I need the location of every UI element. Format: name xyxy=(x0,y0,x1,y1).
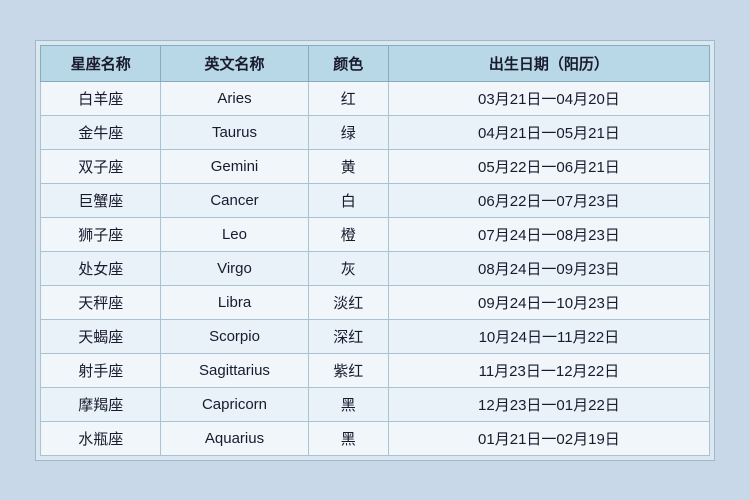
cell-color: 灰 xyxy=(308,251,388,285)
cell-en-name: Aries xyxy=(161,81,308,115)
cell-en-name: Sagittarius xyxy=(161,353,308,387)
cell-en-name: Aquarius xyxy=(161,421,308,455)
table-row: 射手座Sagittarius紫红11月23日一12月22日 xyxy=(41,353,710,387)
table-row: 巨蟹座Cancer白06月22日一07月23日 xyxy=(41,183,710,217)
cell-zh-name: 天蝎座 xyxy=(41,319,161,353)
cell-zh-name: 射手座 xyxy=(41,353,161,387)
table-row: 水瓶座Aquarius黑01月21日一02月19日 xyxy=(41,421,710,455)
cell-date: 01月21日一02月19日 xyxy=(388,421,709,455)
zodiac-table-container: 星座名称 英文名称 颜色 出生日期（阳历） 白羊座Aries红03月21日一04… xyxy=(35,40,715,461)
table-row: 狮子座Leo橙07月24日一08月23日 xyxy=(41,217,710,251)
header-zh-name: 星座名称 xyxy=(41,45,161,81)
cell-color: 黑 xyxy=(308,421,388,455)
header-en-name: 英文名称 xyxy=(161,45,308,81)
table-row: 天秤座Libra淡红09月24日一10月23日 xyxy=(41,285,710,319)
cell-date: 07月24日一08月23日 xyxy=(388,217,709,251)
table-row: 白羊座Aries红03月21日一04月20日 xyxy=(41,81,710,115)
cell-date: 12月23日一01月22日 xyxy=(388,387,709,421)
cell-color: 深红 xyxy=(308,319,388,353)
cell-date: 06月22日一07月23日 xyxy=(388,183,709,217)
cell-date: 04月21日一05月21日 xyxy=(388,115,709,149)
cell-color: 白 xyxy=(308,183,388,217)
cell-en-name: Capricorn xyxy=(161,387,308,421)
cell-zh-name: 巨蟹座 xyxy=(41,183,161,217)
cell-en-name: Cancer xyxy=(161,183,308,217)
header-date: 出生日期（阳历） xyxy=(388,45,709,81)
cell-color: 淡红 xyxy=(308,285,388,319)
cell-zh-name: 金牛座 xyxy=(41,115,161,149)
cell-zh-name: 白羊座 xyxy=(41,81,161,115)
cell-zh-name: 狮子座 xyxy=(41,217,161,251)
cell-date: 05月22日一06月21日 xyxy=(388,149,709,183)
cell-date: 08月24日一09月23日 xyxy=(388,251,709,285)
table-header-row: 星座名称 英文名称 颜色 出生日期（阳历） xyxy=(41,45,710,81)
cell-date: 10月24日一11月22日 xyxy=(388,319,709,353)
cell-date: 09月24日一10月23日 xyxy=(388,285,709,319)
cell-zh-name: 摩羯座 xyxy=(41,387,161,421)
cell-en-name: Libra xyxy=(161,285,308,319)
table-row: 天蝎座Scorpio深红10月24日一11月22日 xyxy=(41,319,710,353)
cell-en-name: Scorpio xyxy=(161,319,308,353)
cell-date: 11月23日一12月22日 xyxy=(388,353,709,387)
cell-color: 黄 xyxy=(308,149,388,183)
table-row: 金牛座Taurus绿04月21日一05月21日 xyxy=(41,115,710,149)
cell-zh-name: 双子座 xyxy=(41,149,161,183)
zodiac-table: 星座名称 英文名称 颜色 出生日期（阳历） 白羊座Aries红03月21日一04… xyxy=(40,45,710,456)
table-row: 摩羯座Capricorn黑12月23日一01月22日 xyxy=(41,387,710,421)
cell-en-name: Gemini xyxy=(161,149,308,183)
cell-en-name: Leo xyxy=(161,217,308,251)
cell-color: 红 xyxy=(308,81,388,115)
table-row: 处女座Virgo灰08月24日一09月23日 xyxy=(41,251,710,285)
cell-zh-name: 水瓶座 xyxy=(41,421,161,455)
cell-en-name: Virgo xyxy=(161,251,308,285)
cell-en-name: Taurus xyxy=(161,115,308,149)
cell-color: 紫红 xyxy=(308,353,388,387)
cell-color: 橙 xyxy=(308,217,388,251)
cell-color: 绿 xyxy=(308,115,388,149)
cell-date: 03月21日一04月20日 xyxy=(388,81,709,115)
header-color: 颜色 xyxy=(308,45,388,81)
cell-zh-name: 天秤座 xyxy=(41,285,161,319)
cell-zh-name: 处女座 xyxy=(41,251,161,285)
table-row: 双子座Gemini黄05月22日一06月21日 xyxy=(41,149,710,183)
cell-color: 黑 xyxy=(308,387,388,421)
